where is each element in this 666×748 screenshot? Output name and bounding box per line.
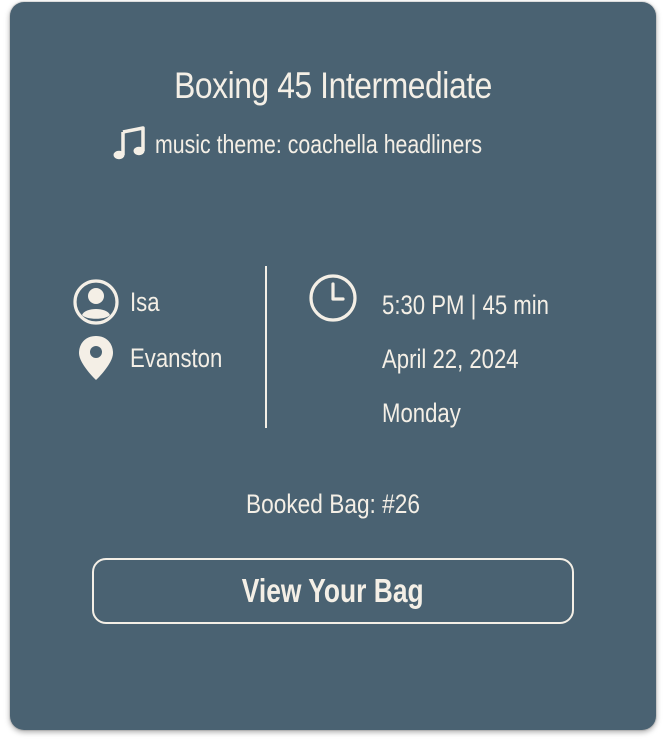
schedule-details: 5:30 PM | 45 min April 22, 2024 Monday	[382, 278, 586, 440]
location-pin-icon	[72, 334, 120, 382]
user-icon	[72, 278, 120, 326]
booked-bag: Booked Bag: #26	[245, 489, 421, 519]
class-weekday: Monday	[382, 398, 461, 428]
view-your-bag-button[interactable]: View Your Bag	[92, 558, 574, 624]
instructor-name: Isa	[130, 286, 160, 317]
music-theme-text: music theme: coachella headliners	[154, 129, 482, 159]
location-item: Evanston	[72, 330, 243, 386]
details-divider	[265, 266, 267, 428]
location-name: Evanston	[130, 342, 223, 373]
class-details: Isa Evanston 5:30 PM | 45 min April 22, …	[10, 266, 656, 430]
class-date: April 22, 2024	[382, 344, 519, 374]
class-time: 5:30 PM | 45 min	[382, 290, 549, 320]
class-card: Boxing 45 Intermediate music theme: coac…	[10, 2, 656, 730]
clock-icon	[307, 272, 359, 324]
instructor-item: Isa	[72, 274, 243, 330]
left-details: Isa Evanston	[72, 274, 243, 386]
music-theme: music theme: coachella headliners	[10, 126, 656, 162]
music-note-icon	[113, 126, 147, 162]
view-your-bag-label: View Your Bag	[242, 572, 424, 609]
class-title: Boxing 45 Intermediate	[174, 65, 492, 106]
